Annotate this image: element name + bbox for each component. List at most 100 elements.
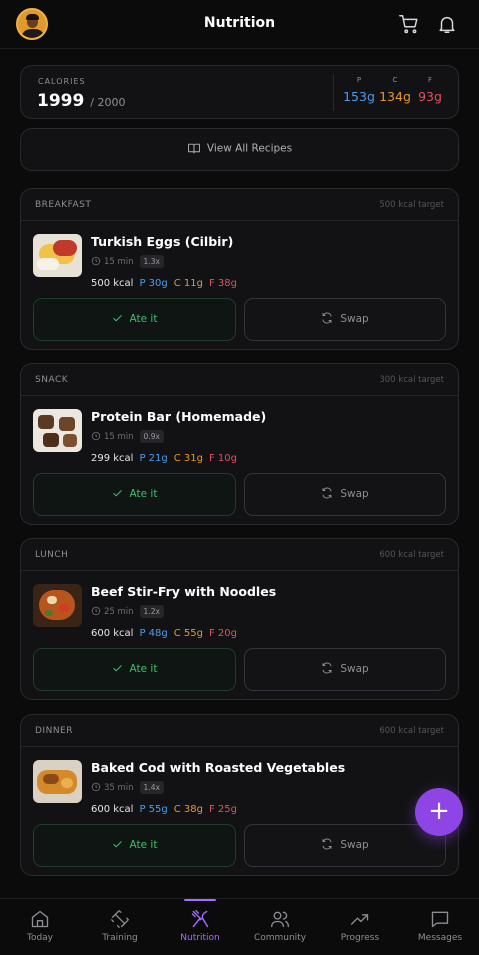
macro-carbs: C 134g — [378, 76, 412, 104]
macro-protein-letter: P — [356, 76, 362, 84]
recipe-thumbnail[interactable] — [33, 409, 82, 452]
nav-item-nutrition[interactable]: Nutrition — [160, 899, 240, 955]
utensils-icon — [191, 909, 209, 928]
recipe-kcal: 600 kcal — [91, 628, 134, 639]
clock-icon — [91, 606, 101, 616]
check-icon — [112, 841, 122, 848]
nav-item-training[interactable]: Training — [80, 899, 160, 955]
recipe-name[interactable]: Baked Cod with Roasted Vegetables — [91, 760, 345, 775]
recipe-meta: 15 min 0.9x — [91, 430, 164, 446]
calories-label: CALORIES — [38, 77, 86, 86]
ate-it-label: Ate it — [129, 663, 158, 675]
recipe-fat: F 10g — [208, 453, 237, 464]
ate-it-button[interactable]: Ate it — [33, 298, 236, 341]
meal-kcal-target: 600 kcal target — [379, 726, 444, 736]
ate-it-label: Ate it — [129, 839, 158, 851]
app-header: Nutrition — [0, 0, 479, 49]
recipe-name[interactable]: Turkish Eggs (Cilbir) — [91, 234, 233, 249]
clock-icon — [91, 782, 101, 792]
calories-summary-card: CALORIES 1999 / 2000 P 153g C 134g F 93g — [20, 65, 459, 119]
recipe-thumbnail[interactable] — [33, 234, 82, 277]
meal-type: SNACK — [35, 375, 69, 385]
bottom-nav: Today Training Nutrition Community Progr… — [0, 898, 479, 955]
clock-icon — [91, 431, 101, 441]
view-all-recipes-button[interactable]: View All Recipes — [20, 128, 459, 171]
recipe-name[interactable]: Beef Stir-Fry with Noodles — [91, 584, 276, 599]
add-button[interactable]: + — [415, 788, 463, 836]
recipe-protein: P 48g — [139, 628, 168, 639]
recipe-nutrition: 299 kcal P 21g C 31g F 10g — [91, 453, 237, 464]
swap-icon — [322, 312, 332, 324]
dumbbell-icon — [111, 910, 129, 928]
recipe-carbs: C 11g — [173, 278, 203, 289]
cart-icon[interactable] — [398, 13, 420, 35]
swap-label: Swap — [340, 839, 369, 851]
meal-type: DINNER — [35, 726, 73, 736]
nav-label-nutrition: Nutrition — [180, 933, 220, 943]
recipe-kcal: 600 kcal — [91, 804, 134, 815]
recipe-nutrition: 600 kcal P 55g C 38g F 25g — [91, 804, 237, 815]
view-all-recipes-label: View All Recipes — [206, 142, 293, 155]
recipe-kcal: 299 kcal — [91, 453, 134, 464]
nav-label-messages: Messages — [417, 933, 463, 943]
recipe-nutrition: 500 kcal P 30g C 11g F 38g — [91, 278, 237, 289]
recipe-meta: 35 min 1.4x — [91, 781, 164, 797]
swap-label: Swap — [340, 313, 369, 325]
nav-item-today[interactable]: Today — [0, 899, 80, 955]
divider — [333, 75, 334, 111]
swap-label: Swap — [340, 488, 369, 500]
meal-header: DINNER 600 kcal target — [21, 715, 458, 747]
meal-type: BREAKFAST — [35, 200, 92, 210]
meal-card-snack: SNACK 300 kcal target Protein Bar (Homemad… — [20, 363, 459, 525]
check-icon — [112, 490, 122, 497]
swap-icon — [322, 838, 332, 850]
recipe-thumbnail[interactable] — [33, 584, 82, 627]
calories-value: 1999 / 2000 — [37, 91, 125, 111]
meal-header: LUNCH 600 kcal target — [21, 539, 458, 571]
ate-it-button[interactable]: Ate it — [33, 824, 236, 867]
bell-icon[interactable] — [436, 13, 458, 35]
recipe-protein: P 21g — [139, 453, 168, 464]
portion-badge: 1.2x — [139, 605, 164, 618]
meal-header: SNACK 300 kcal target — [21, 364, 458, 396]
recipe-fat: F 25g — [208, 804, 237, 815]
macro-protein: P 153g — [342, 76, 376, 104]
ate-it-button[interactable]: Ate it — [33, 648, 236, 691]
ate-it-label: Ate it — [129, 313, 158, 325]
nav-item-progress[interactable]: Progress — [320, 899, 400, 955]
recipe-carbs: C 38g — [173, 804, 203, 815]
calories-target: / 2000 — [90, 96, 126, 109]
calories-consumed: 1999 — [37, 91, 85, 111]
prep-time: 15 min — [104, 257, 134, 267]
recipe-carbs: C 31g — [173, 453, 203, 464]
nav-item-messages[interactable]: Messages — [400, 899, 479, 955]
recipe-protein: P 30g — [139, 278, 168, 289]
prep-time: 25 min — [104, 607, 134, 617]
prep-time: 15 min — [104, 432, 134, 442]
message-icon — [431, 911, 449, 928]
nav-item-community[interactable]: Community — [240, 899, 320, 955]
check-icon — [112, 315, 122, 322]
swap-button[interactable]: Swap — [244, 648, 446, 691]
swap-icon — [322, 487, 332, 499]
ate-it-button[interactable]: Ate it — [33, 473, 236, 516]
recipe-name[interactable]: Protein Bar (Homemade) — [91, 409, 266, 424]
meal-kcal-target: 300 kcal target — [379, 375, 444, 385]
clock-icon — [91, 256, 101, 266]
recipe-thumbnail[interactable] — [33, 760, 82, 803]
recipe-fat: F 38g — [208, 278, 237, 289]
swap-button[interactable]: Swap — [244, 824, 446, 867]
nav-label-community: Community — [253, 933, 307, 943]
swap-button[interactable]: Swap — [244, 298, 446, 341]
macro-fat-letter: F — [427, 76, 433, 84]
meal-card-breakfast: BREAKFAST 500 kcal target Turkish Eggs (Ci… — [20, 188, 459, 350]
prep-time: 35 min — [104, 783, 134, 793]
recipe-meta: 25 min 1.2x — [91, 605, 164, 621]
swap-button[interactable]: Swap — [244, 473, 446, 516]
active-indicator — [184, 899, 216, 901]
check-icon — [112, 665, 122, 672]
meal-type: LUNCH — [35, 550, 69, 560]
meal-card-dinner: DINNER 600 kcal target Baked Cod with Roas… — [20, 714, 459, 876]
plus-icon: + — [428, 796, 450, 826]
nav-label-training: Training — [102, 933, 138, 943]
